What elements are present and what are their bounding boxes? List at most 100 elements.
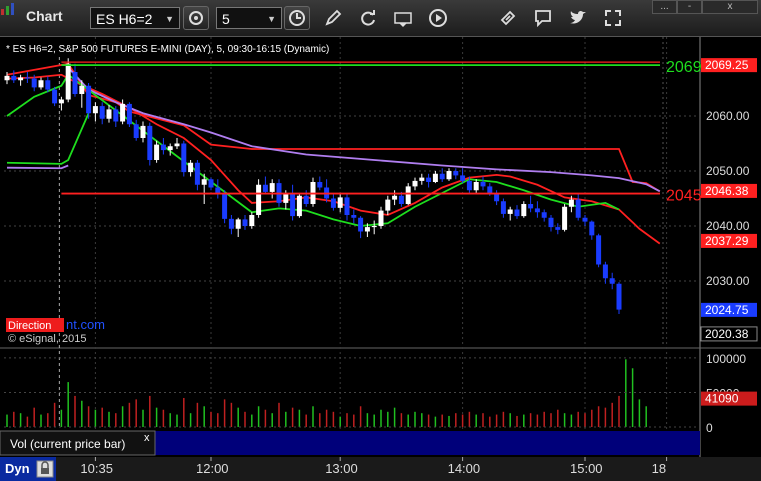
price-tag: 2037.29	[701, 233, 757, 248]
refresh-icon[interactable]	[358, 8, 378, 28]
candle-body	[609, 278, 615, 284]
candle-body	[58, 99, 64, 104]
candle-body	[385, 199, 391, 211]
candle-body	[147, 125, 153, 160]
candle-body	[426, 177, 432, 182]
candle-body	[18, 77, 24, 81]
toolbar: Chart ES H6=2 ▼ 5 ▼ ... - x	[0, 0, 761, 37]
draw-pen-icon[interactable]	[323, 8, 343, 28]
price-tag-label: 2046.38	[705, 184, 749, 198]
candle-body	[194, 162, 200, 185]
horizontal-level-label: 2069	[666, 59, 702, 76]
watermark-rest: nt.com	[66, 317, 105, 332]
symbol-value: ES H6=2	[96, 11, 153, 27]
candle-body	[4, 75, 10, 81]
price-tag-label: 2069.25	[705, 58, 749, 72]
volume-tick-label: 100000	[706, 352, 746, 366]
get-data-icon[interactable]	[393, 8, 413, 28]
play-icon[interactable]	[428, 8, 448, 28]
symbol-select[interactable]: ES H6=2 ▼	[90, 7, 180, 29]
candle-body	[541, 212, 547, 218]
volume-panel	[4, 357, 700, 428]
candle-body	[568, 199, 574, 207]
candle-body	[242, 219, 248, 226]
candle-body	[113, 109, 119, 122]
price-tag-label: 2024.75	[705, 303, 749, 317]
volume-tick-label: 0	[706, 421, 713, 435]
link-icon[interactable]	[498, 8, 518, 28]
candle-body	[596, 235, 602, 265]
window-minimize-button[interactable]: -	[677, 0, 702, 14]
candle-body	[120, 103, 126, 122]
y-tick-label: 2030.00	[706, 274, 750, 288]
vol-legend-close-icon[interactable]: x	[144, 432, 150, 444]
candle-body	[296, 195, 302, 217]
vol-legend-label: Vol (current price bar)	[10, 437, 125, 451]
window-close-button[interactable]: x	[702, 0, 758, 14]
candle-body	[480, 182, 486, 187]
settings-button[interactable]	[183, 6, 209, 30]
chart-area: 2069 2045 2030.00 2040.00 2050.00 2060.00 206…	[0, 37, 761, 481]
candle-body	[412, 180, 418, 187]
candle-body	[371, 226, 377, 228]
candle-body	[208, 179, 214, 188]
candle-body	[500, 201, 506, 214]
candle-body	[514, 209, 520, 217]
candle-body	[548, 217, 554, 228]
volume-axis: 10000050000041090	[701, 352, 757, 435]
candle-body	[140, 125, 146, 138]
candle-body	[589, 221, 595, 236]
candle-body	[235, 219, 241, 229]
window-title: Chart	[26, 8, 63, 24]
x-tick-label: 12:00	[196, 461, 229, 476]
candle-body	[106, 109, 112, 119]
candle-body	[582, 217, 588, 222]
clock-icon	[289, 10, 305, 26]
price-tag: 2024.75	[701, 302, 757, 317]
candle-body	[262, 184, 268, 192]
candle-body	[398, 195, 404, 204]
candle-body	[534, 208, 540, 213]
candle-body	[167, 146, 173, 151]
candle-body	[72, 72, 78, 94]
lock-icon[interactable]	[36, 460, 54, 478]
candle-body	[154, 144, 160, 160]
candle-body	[160, 144, 166, 151]
candle-body	[201, 179, 207, 185]
candle-body	[351, 215, 357, 218]
candle-body	[79, 85, 85, 94]
x-tick-label: 13:00	[325, 461, 358, 476]
x-tick-label: 10:35	[80, 461, 113, 476]
x-tick-label: 14:00	[448, 461, 481, 476]
candle-body	[215, 187, 221, 193]
y-tick-label: 2060.00	[706, 109, 750, 123]
expand-icon[interactable]	[603, 8, 623, 28]
x-tick-label: 15:00	[570, 461, 603, 476]
watermark-brand: Direction	[8, 320, 51, 332]
candle-body	[317, 182, 323, 188]
candle-body	[256, 184, 262, 215]
horizontal-level-label: 2045	[666, 188, 702, 205]
comment-icon[interactable]	[533, 8, 553, 28]
candle-body	[330, 198, 336, 208]
window-more-button[interactable]: ...	[652, 0, 677, 14]
chevron-down-icon: ▼	[165, 14, 174, 24]
candle-body	[507, 209, 513, 214]
candle-body	[228, 218, 234, 229]
candle-body	[45, 80, 51, 90]
candle-body	[24, 77, 30, 79]
dyn-label: Dyn	[5, 461, 30, 476]
price-tag-label: 2020.38	[705, 327, 749, 341]
interval-select[interactable]: 5 ▼	[216, 7, 282, 29]
interval-value: 5	[222, 11, 230, 27]
clock-button[interactable]	[284, 6, 310, 30]
candle-body	[86, 85, 92, 114]
twitter-icon[interactable]	[568, 8, 588, 28]
candle-body	[92, 106, 98, 114]
candle-body	[38, 80, 44, 88]
candle-body	[473, 182, 479, 191]
candle-body	[466, 180, 472, 191]
esignal-chart-window: Chart ES H6=2 ▼ 5 ▼ ... - x 2069 2045 203	[0, 0, 761, 481]
copyright-text: © eSignal, 2015	[8, 333, 86, 345]
candle-body	[290, 194, 296, 217]
